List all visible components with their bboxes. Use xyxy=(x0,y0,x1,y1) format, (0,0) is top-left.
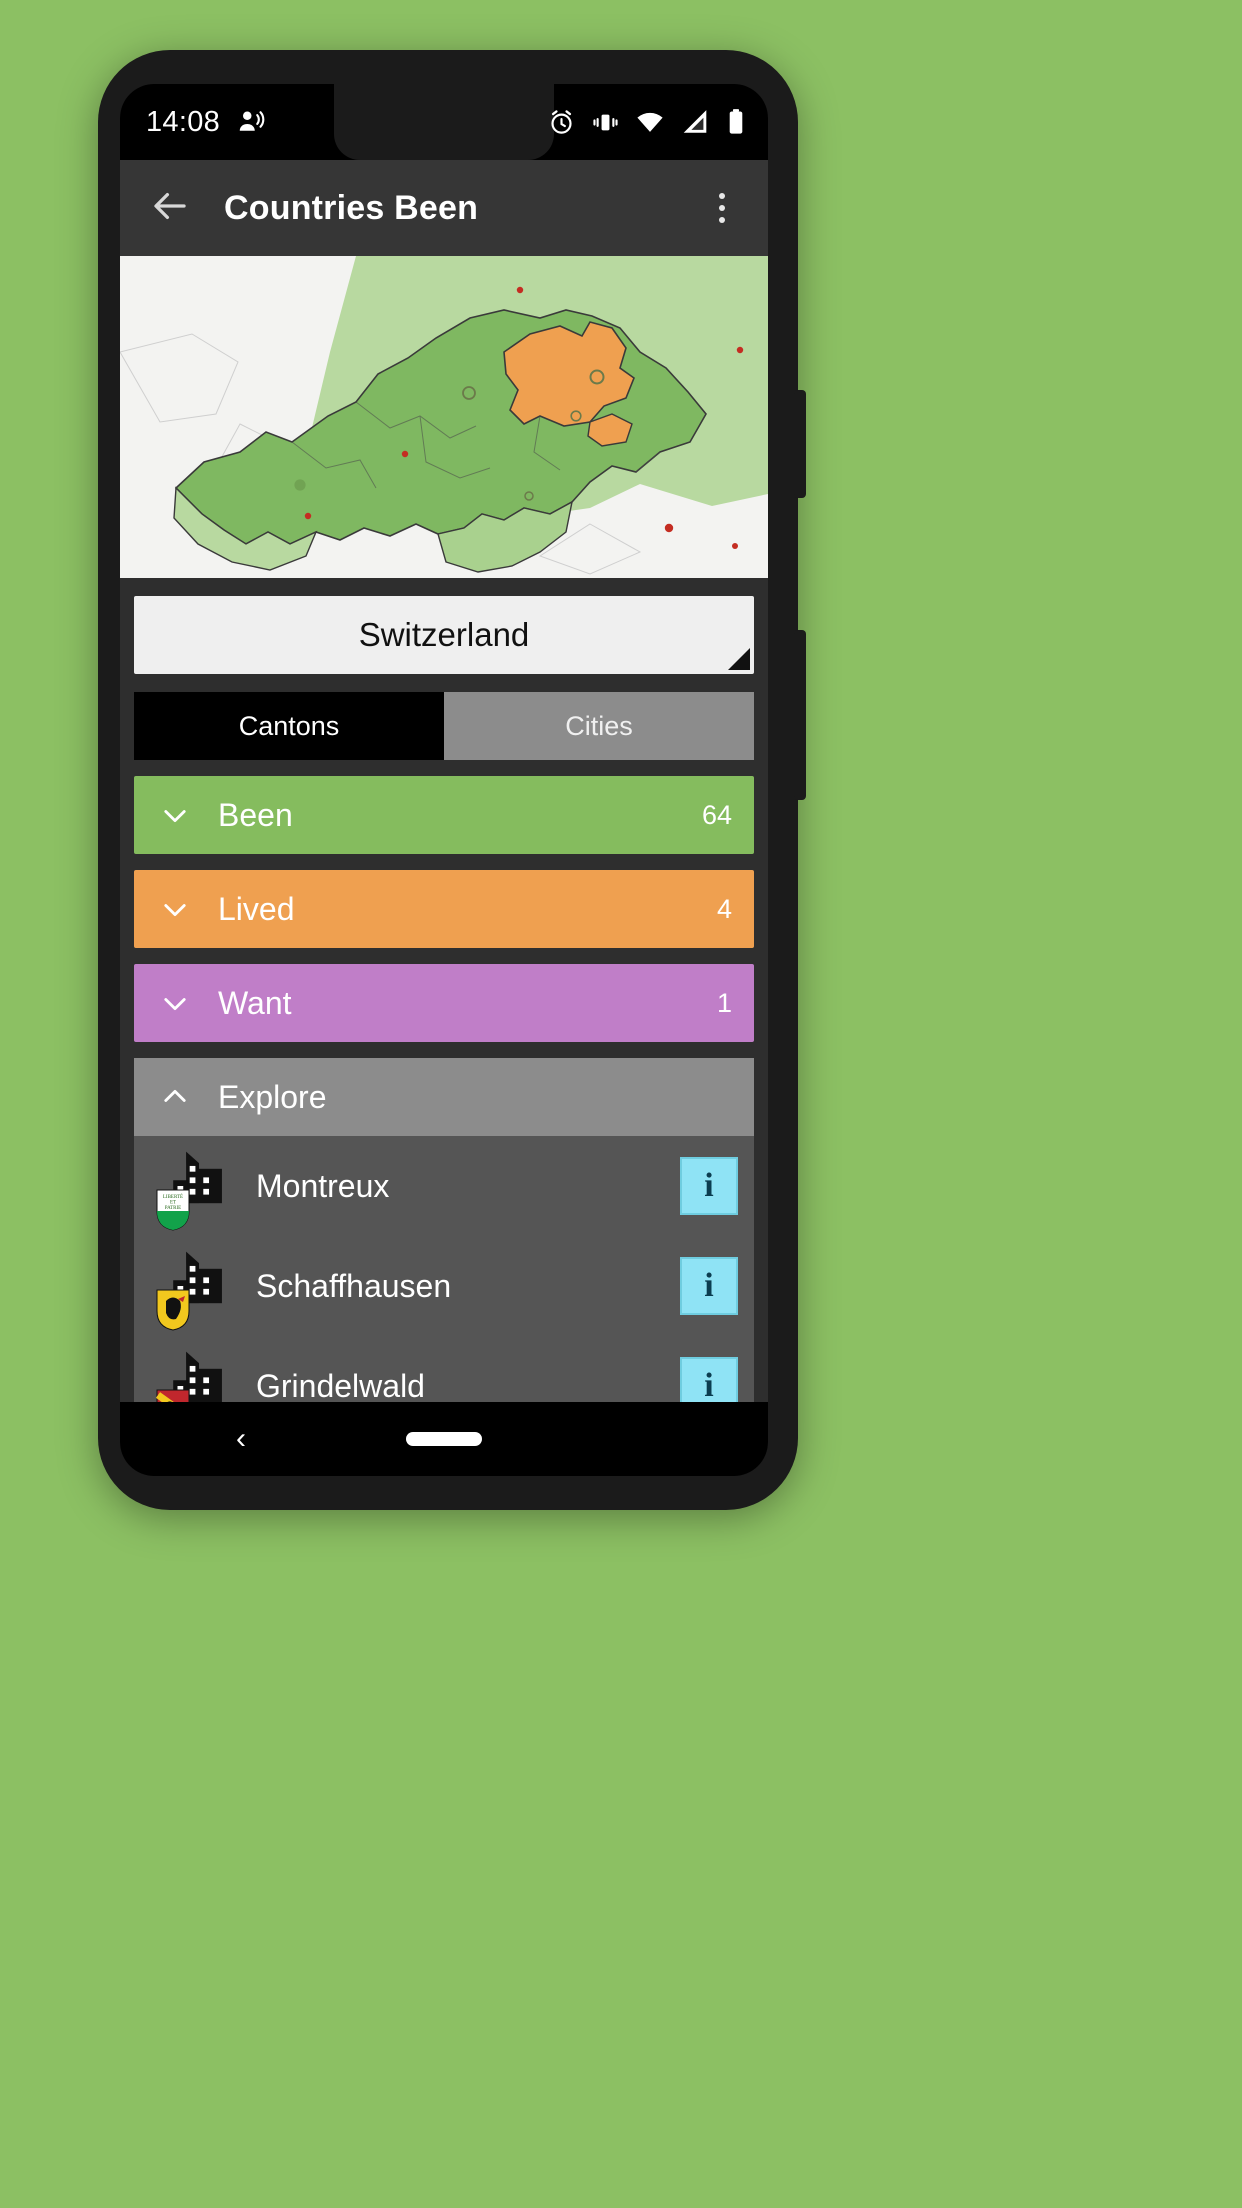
person-voice-icon xyxy=(236,107,266,137)
city-buildings-icon xyxy=(156,1243,242,1331)
category-label-want: Want xyxy=(218,984,292,1021)
list-item[interactable]: LIBERTÉ ET PATRIE Montreux i xyxy=(134,1136,754,1236)
chevron-down-icon xyxy=(156,796,194,834)
info-button[interactable]: i xyxy=(680,1157,738,1215)
signal-icon xyxy=(681,108,709,136)
tab-cantons-label: Cantons xyxy=(238,710,340,741)
city-name: Schaffhausen xyxy=(256,1267,452,1304)
category-count-want: 1 xyxy=(716,987,732,1018)
svg-text:ET: ET xyxy=(170,1201,176,1206)
alarm-icon xyxy=(548,109,575,136)
volume-button[interactable] xyxy=(794,630,806,800)
screenshot-root: 14:08 Countries Been Switzerland Cantons… xyxy=(0,0,1242,2208)
overflow-menu-icon xyxy=(719,205,725,211)
nav-home-pill[interactable] xyxy=(406,1432,482,1446)
info-icon: i xyxy=(704,1367,714,1404)
schaffhausen-coat-of-arms xyxy=(156,1289,190,1331)
status-bar: 14:08 xyxy=(120,84,768,160)
battery-icon xyxy=(726,108,746,136)
vaud-coat-of-arms: LIBERTÉ ET PATRIE xyxy=(156,1189,190,1231)
spinner-caret-icon xyxy=(728,648,750,670)
country-spinner[interactable]: Switzerland xyxy=(134,596,754,674)
status-bar-clock: 14:08 xyxy=(146,105,221,138)
back-arrow-icon xyxy=(149,185,191,232)
category-label-explore: Explore xyxy=(218,1078,327,1115)
chevron-up-icon xyxy=(156,1078,194,1116)
overflow-menu-button[interactable] xyxy=(698,180,746,236)
city-name: Grindelwald xyxy=(256,1367,425,1404)
chevron-down-icon xyxy=(156,984,194,1022)
app-bar: Countries Been xyxy=(120,160,768,256)
country-spinner-value: Switzerland xyxy=(358,616,530,653)
city-buildings-icon: LIBERTÉ ET PATRIE xyxy=(156,1143,242,1231)
category-row-explore[interactable]: Explore xyxy=(134,1058,754,1136)
content-area: Switzerland Cantons Cities Been 64 Lived… xyxy=(120,596,768,1436)
info-icon: i xyxy=(704,1267,714,1304)
tab-cities-label: Cities xyxy=(565,710,633,741)
svg-text:LIBERTÉ: LIBERTÉ xyxy=(163,1194,183,1200)
category-row-lived[interactable]: Lived 4 xyxy=(134,870,754,948)
back-button[interactable] xyxy=(142,180,198,236)
tab-cities[interactable]: Cities xyxy=(444,692,754,760)
city-name: Montreux xyxy=(256,1167,390,1204)
vibrate-icon xyxy=(592,109,619,136)
status-bar-right xyxy=(548,84,746,160)
category-label-lived: Lived xyxy=(218,890,295,927)
info-icon: i xyxy=(704,1167,714,1204)
explore-list: LIBERTÉ ET PATRIE Montreux i Schaffhause… xyxy=(134,1136,754,1436)
phone-screen: 14:08 Countries Been Switzerland Cantons… xyxy=(120,84,768,1476)
page-title: Countries Been xyxy=(224,188,479,227)
chevron-down-icon xyxy=(156,890,194,928)
category-count-lived: 4 xyxy=(716,893,732,924)
category-row-been[interactable]: Been 64 xyxy=(134,776,754,854)
nav-back-icon[interactable]: ‹ xyxy=(236,1422,246,1456)
info-button[interactable]: i xyxy=(680,1257,738,1315)
display-notch xyxy=(334,84,554,160)
region-tabs: Cantons Cities xyxy=(134,692,754,760)
map-graphic xyxy=(120,256,768,578)
nav-bar: ‹ xyxy=(120,1402,768,1476)
list-item[interactable]: Schaffhausen i xyxy=(134,1236,754,1336)
wifi-icon xyxy=(636,108,664,136)
category-row-want[interactable]: Want 1 xyxy=(134,964,754,1042)
svg-text:PATRIE: PATRIE xyxy=(165,1206,182,1211)
overflow-menu-icon xyxy=(719,193,725,199)
category-label-been: Been xyxy=(218,796,293,833)
tab-cantons[interactable]: Cantons xyxy=(134,692,444,760)
overflow-menu-icon xyxy=(719,217,725,223)
category-count-been: 64 xyxy=(701,799,732,830)
power-button[interactable] xyxy=(794,390,806,498)
status-bar-left: 14:08 xyxy=(120,106,266,139)
map-view[interactable] xyxy=(120,256,768,578)
